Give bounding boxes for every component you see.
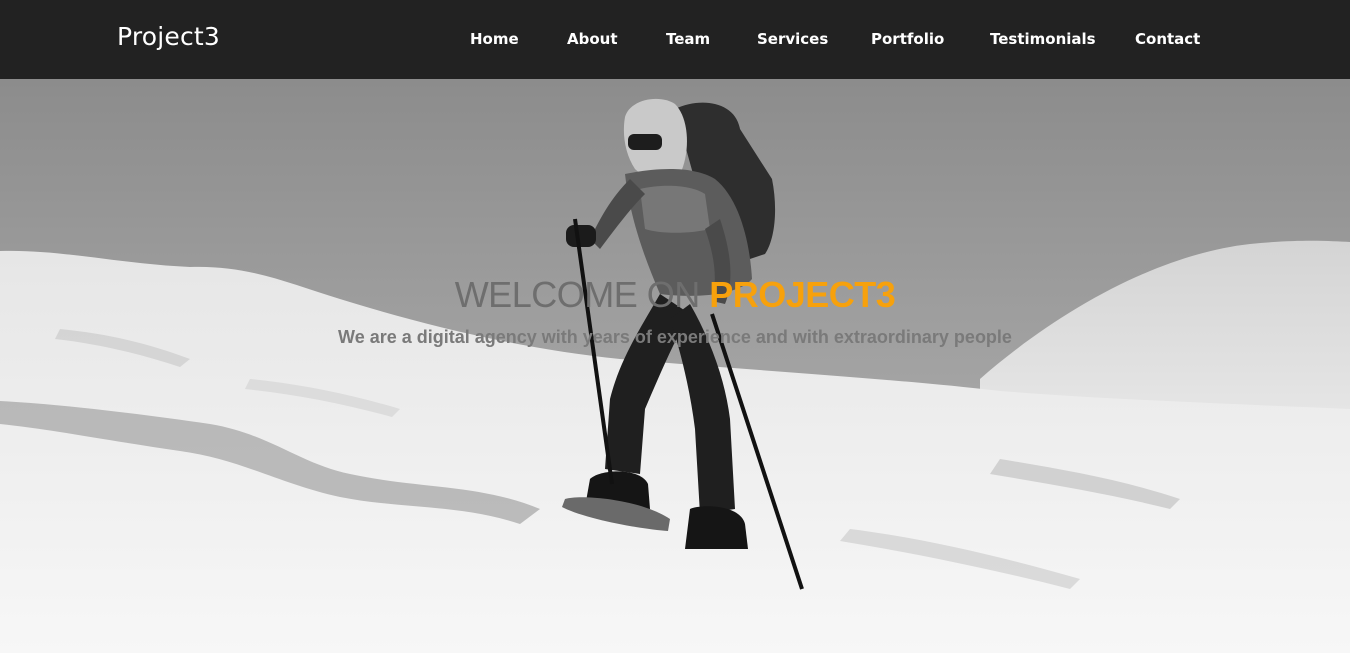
hero-background-image bbox=[0, 79, 1350, 653]
nav-link-contact[interactable]: Contact bbox=[1135, 30, 1200, 48]
top-navbar: Project3 Home About Team Services Portfo… bbox=[0, 0, 1350, 79]
hero-title: WELCOME ON PROJECT3 bbox=[0, 274, 1350, 316]
nav-link-services[interactable]: Services bbox=[757, 30, 828, 48]
nav-link-portfolio[interactable]: Portfolio bbox=[871, 30, 944, 48]
nav-link-team[interactable]: Team bbox=[666, 30, 710, 48]
hero-title-accent: PROJECT3 bbox=[709, 274, 896, 315]
nav-link-about[interactable]: About bbox=[567, 30, 618, 48]
hero-section: WELCOME ON PROJECT3 We are a digital age… bbox=[0, 79, 1350, 653]
nav-link-testimonials[interactable]: Testimonials bbox=[990, 30, 1096, 48]
nav-link-home[interactable]: Home bbox=[470, 30, 519, 48]
nav-links: Home About Team Services Portfolio Testi… bbox=[0, 30, 1350, 52]
hero-title-prefix: WELCOME ON bbox=[454, 274, 710, 315]
hero-subtitle: We are a digital agency with years of ex… bbox=[338, 327, 1012, 347]
